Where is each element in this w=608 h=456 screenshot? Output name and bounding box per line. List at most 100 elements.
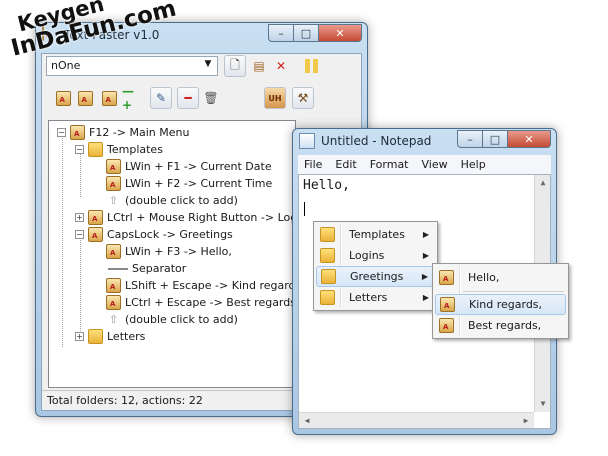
edit-item-button[interactable]: ✎ [150, 87, 172, 109]
close-button[interactable]: ✕ [507, 130, 551, 148]
tree-item-label: F12 -> Main Menu [89, 126, 190, 139]
tree-item-current-time[interactable]: LWin + F2 -> Current Time [106, 175, 272, 192]
new-document-icon: 🗋 [230, 57, 240, 72]
tree-item-label: Letters [107, 330, 146, 343]
menu-item-label: Logins [349, 249, 385, 262]
add-placeholder-icon: ⇧ [108, 313, 119, 326]
hotkey-icon [88, 210, 103, 225]
submenu-arrow-icon: ▶ [422, 293, 429, 302]
menu-item-logins[interactable]: Logins ▶ [316, 245, 435, 266]
menu-item-hello[interactable]: Hello, [435, 267, 566, 288]
add-folder-button[interactable] [52, 87, 74, 109]
titlebar[interactable]: Untitled - Notepad – □ ✕ [293, 129, 556, 153]
expand-icon[interactable]: + [75, 332, 84, 341]
menu-item-label: Letters [349, 291, 388, 304]
menu-help[interactable]: Help [455, 155, 493, 174]
action-icon [439, 318, 454, 333]
close-button[interactable]: ✕ [318, 24, 362, 42]
notepad-icon [299, 133, 315, 149]
pause-icon [304, 59, 318, 73]
tree-item-label: CapsLock -> Greetings [107, 228, 233, 241]
tree-item-current-date[interactable]: LWin + F1 -> Current Date [106, 158, 272, 175]
folder-icon [320, 248, 335, 263]
add-action-icon [77, 90, 93, 106]
scroll-left-icon[interactable]: ◀ [299, 413, 315, 429]
menu-file[interactable]: File [298, 155, 329, 174]
pause-button[interactable] [300, 55, 322, 77]
menu-item-greetings[interactable]: Greetings ▶ [316, 266, 435, 287]
expand-icon[interactable]: + [75, 213, 84, 222]
horizontal-scrollbar[interactable]: ◀ ▶ [299, 412, 534, 428]
menu-format[interactable]: Format [364, 155, 416, 174]
folder-icon [321, 269, 336, 284]
scroll-right-icon[interactable]: ▶ [518, 413, 534, 429]
tree-item-hello[interactable]: LWin + F3 -> Hello, [106, 243, 232, 260]
folder-icon [320, 227, 335, 242]
minimize-button[interactable]: – [268, 24, 294, 42]
tree-item-separator[interactable]: Separator [106, 260, 186, 277]
tree-item-label: LCtrl + Mouse Right Button -> Logins [107, 211, 296, 224]
add-separator-button[interactable]: —+ [121, 84, 143, 112]
folder-icon [88, 142, 103, 157]
tree-item-label: LWin + F3 -> Hello, [125, 245, 232, 258]
about-button[interactable]: UH [264, 87, 286, 109]
add-folder-icon [55, 90, 71, 106]
action-icon [106, 244, 121, 259]
menu-edit[interactable]: Edit [329, 155, 363, 174]
pencil-icon: ✎ [155, 91, 167, 105]
tree-item-kind-regards[interactable]: LShift + Escape -> Kind regards, [106, 277, 295, 294]
status-text: Total folders: 12, actions: 22 [47, 394, 203, 407]
collapse-icon[interactable]: − [75, 145, 84, 154]
tree-item-templates[interactable]: − Templates [75, 141, 163, 158]
menu-item-best-regards[interactable]: Best regards, [435, 315, 566, 336]
remove-item-button[interactable]: ━ [177, 87, 199, 109]
action-icon [439, 270, 454, 285]
tree-item-letters[interactable]: + Letters [75, 328, 145, 345]
menu-item-label: Templates [349, 228, 405, 241]
new-profile-button[interactable]: 🗋 [224, 55, 246, 77]
tree-item-best-regards[interactable]: LCtrl + Escape -> Best regards, [106, 294, 295, 311]
edit-profile-button[interactable]: ▤ [248, 55, 270, 77]
maximize-button[interactable]: □ [482, 130, 508, 148]
collapse-icon[interactable]: − [57, 128, 66, 137]
context-menu: Templates ▶ Logins ▶ Greetings ▶ Letters… [313, 221, 438, 311]
minimize-button[interactable]: – [457, 130, 483, 148]
menu-item-templates[interactable]: Templates ▶ [316, 224, 435, 245]
chevron-down-icon[interactable]: ▼ [201, 59, 215, 73]
tree-item-label: LWin + F1 -> Current Date [125, 160, 272, 173]
add-action-button[interactable] [74, 87, 96, 109]
tree-item-greetings[interactable]: − CapsLock -> Greetings [75, 226, 233, 243]
greetings-submenu: Hello, Kind regards, Best regards, [432, 263, 569, 339]
menu-item-letters[interactable]: Letters ▶ [316, 287, 435, 308]
action-icon [106, 176, 121, 191]
menu-item-label: Kind regards, [469, 298, 543, 311]
trash-button[interactable]: 🗑 [200, 87, 222, 109]
menu-item-kind-regards[interactable]: Kind regards, [435, 294, 566, 315]
delete-profile-button[interactable]: ✕ [270, 55, 292, 77]
add-subitem-button[interactable] [98, 87, 120, 109]
collapse-icon[interactable]: − [75, 230, 84, 239]
tree-item-label: (double click to add) [125, 194, 238, 207]
tree-item-add-placeholder[interactable]: ⇧ (double click to add) [106, 192, 238, 209]
tree-item-label: (double click to add) [125, 313, 238, 326]
trash-icon: 🗑 [203, 91, 219, 105]
submenu-arrow-icon: ▶ [422, 230, 429, 239]
settings-button[interactable]: ⚒ [292, 87, 314, 109]
folder-icon [320, 290, 335, 305]
tree-item-main-menu[interactable]: − F12 -> Main Menu [57, 124, 189, 141]
menu-view[interactable]: View [416, 155, 455, 174]
minus-icon: ━ [184, 91, 192, 105]
profile-dropdown[interactable]: nOne ▼ [46, 56, 218, 76]
editor-content: Hello, [303, 178, 350, 193]
add-placeholder-icon: ⇧ [108, 194, 119, 207]
action-icon [106, 159, 121, 174]
tree-item-add-placeholder[interactable]: ⇧ (double click to add) [106, 311, 238, 328]
scroll-down-icon[interactable]: ▼ [535, 396, 551, 412]
scroll-up-icon[interactable]: ▲ [535, 175, 551, 191]
tree-item-logins[interactable]: + LCtrl + Mouse Right Button -> Logins [75, 209, 296, 226]
actions-tree[interactable]: − F12 -> Main Menu − Templates LWin + F1… [48, 120, 296, 388]
edit-icon: ▤ [253, 59, 265, 73]
maximize-button[interactable]: □ [293, 24, 319, 42]
menu-item-label: Hello, [468, 271, 500, 284]
menu-bar: File Edit Format View Help [298, 155, 551, 174]
